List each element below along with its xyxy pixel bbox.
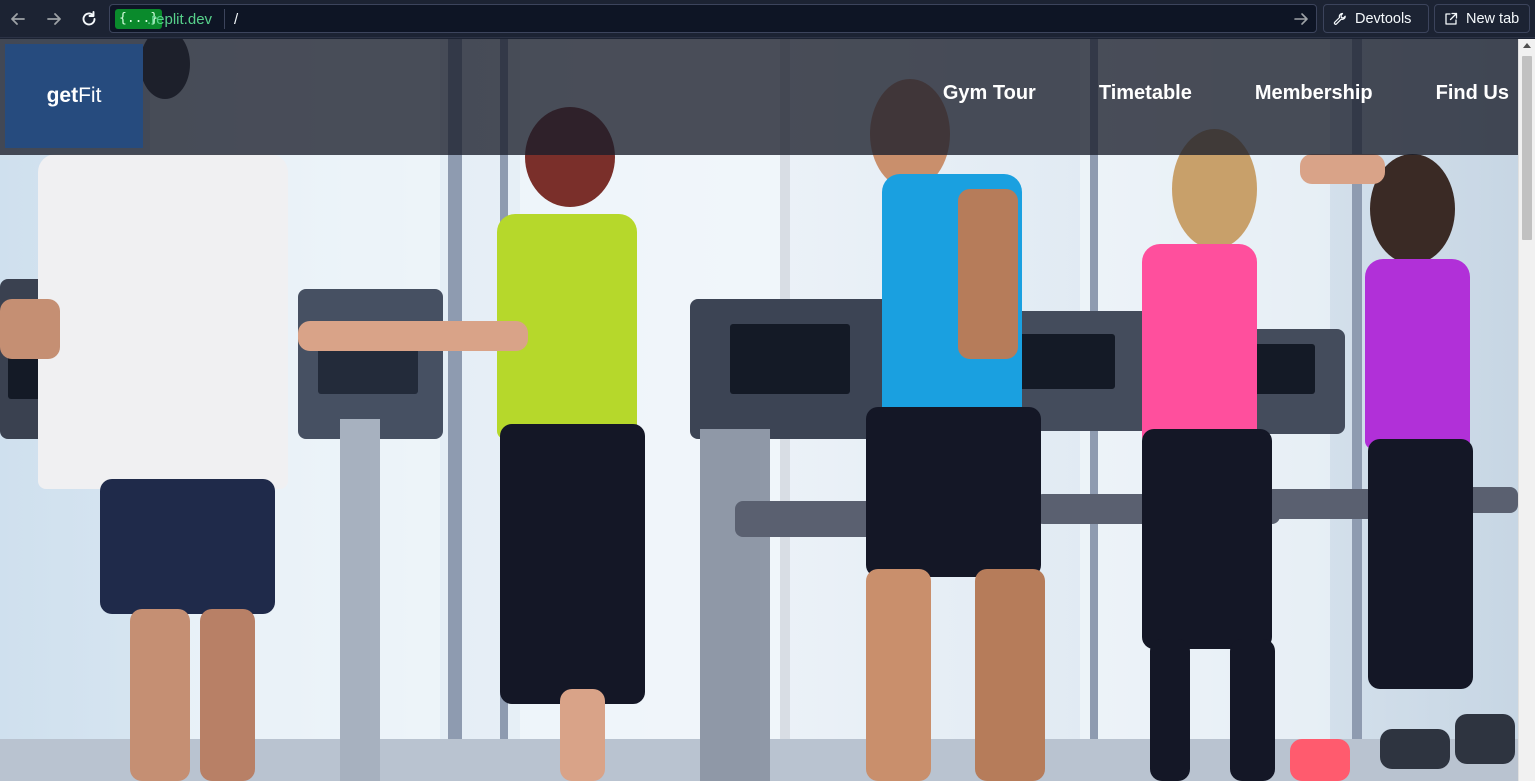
arrow-left-icon	[11, 13, 25, 25]
nav-link-timetable[interactable]: Timetable	[1099, 82, 1192, 105]
scroll-thumb[interactable]	[1522, 56, 1532, 240]
reload-button[interactable]	[76, 6, 102, 32]
url-separator	[224, 9, 225, 29]
back-button[interactable]	[5, 6, 31, 32]
page-scrollbar[interactable]	[1518, 39, 1535, 781]
reload-icon	[82, 11, 96, 26]
external-link-icon	[1445, 12, 1458, 25]
arrow-right-icon	[47, 13, 61, 25]
scroll-up-arrow-icon[interactable]	[1523, 43, 1531, 48]
new-tab-label: New tab	[1466, 10, 1520, 27]
nav-link-gym-tour[interactable]: Gym Tour	[943, 82, 1036, 105]
browser-toolbar: {...} .replit.dev / Devtools New tab	[0, 0, 1535, 38]
page-viewport: get Fit Gym Tour Timetable Membership Fin…	[0, 39, 1535, 781]
devtools-button[interactable]: Devtools	[1323, 4, 1429, 33]
url-path-input[interactable]: /	[234, 10, 238, 29]
main-nav: Gym Tour Timetable Membership Find Us	[880, 82, 1509, 105]
nav-link-membership[interactable]: Membership	[1255, 82, 1373, 105]
nav-link-find-us[interactable]: Find Us	[1436, 82, 1509, 105]
logo-get-text: get	[46, 84, 79, 107]
site-header: get Fit Gym Tour Timetable Membership Fin…	[0, 39, 1518, 155]
site-logo[interactable]: get Fit	[5, 44, 143, 148]
address-bar[interactable]: {...} .replit.dev /	[109, 4, 1317, 33]
go-arrow-icon[interactable]	[1292, 10, 1310, 28]
logo-fit-text: Fit	[78, 84, 102, 107]
forward-button[interactable]	[41, 6, 67, 32]
wrench-icon	[1333, 12, 1346, 25]
url-domain: .replit.dev	[147, 11, 213, 28]
devtools-label: Devtools	[1355, 10, 1412, 27]
new-tab-button[interactable]: New tab	[1434, 4, 1530, 33]
